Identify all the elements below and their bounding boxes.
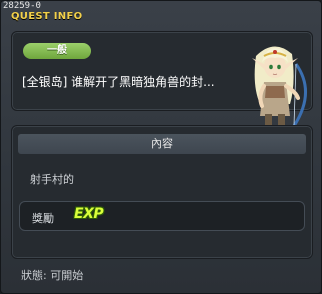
quest-detail-panel: 內容 射手村的 獎勵 EXP xyxy=(11,125,313,259)
quest-name: [全银岛] 谁解开了黑暗独角兽的封... xyxy=(22,75,215,89)
quest-id-label: 28259-0 xyxy=(3,1,41,11)
content-text: 射手村的 xyxy=(30,173,74,186)
quest-status: 狀態: 可開始 xyxy=(21,267,83,283)
category-badge: 一般 xyxy=(23,43,91,59)
content-section-header: 內容 xyxy=(18,134,306,154)
status-label: 狀態: xyxy=(21,269,47,282)
window-title: QUEST INFO xyxy=(11,11,83,22)
status-value: 可開始 xyxy=(50,269,84,282)
exp-icon: EXP xyxy=(74,206,104,222)
reward-label: 獎勵 xyxy=(32,212,54,225)
quest-summary-panel: 一般 [全银岛] 谁解开了黑暗独角兽的封... xyxy=(11,31,313,128)
reward-box: 獎勵 EXP xyxy=(19,201,305,231)
quest-info-window: 28259-0 QUEST INFO 一般 [全银岛] 谁解开了黑暗独角兽的封.… xyxy=(0,0,322,294)
npc-portrait-icon xyxy=(252,46,307,128)
